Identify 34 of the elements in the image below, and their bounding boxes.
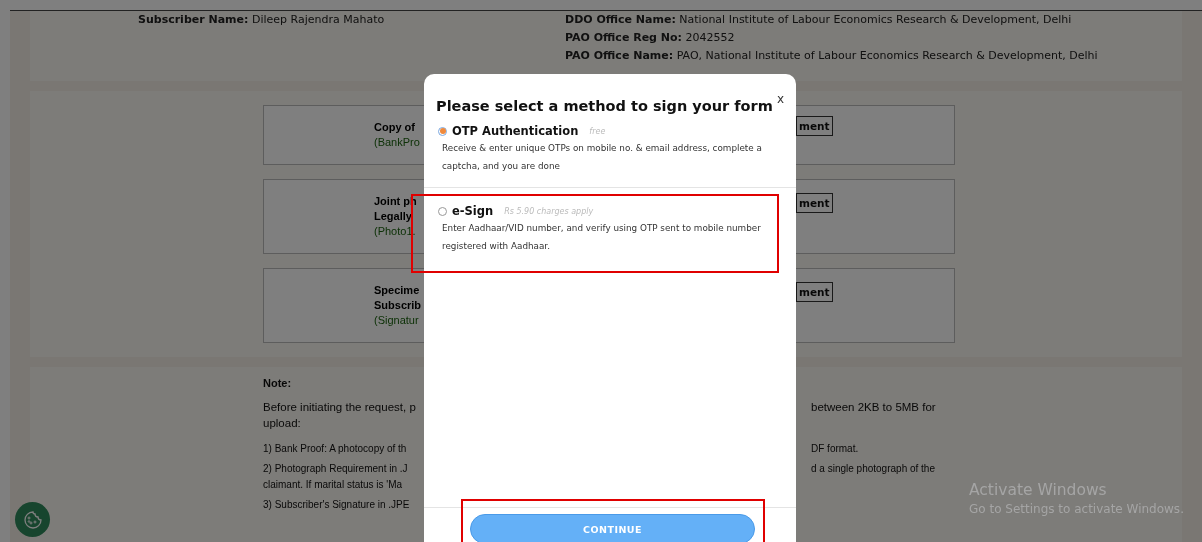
option-label: OTP Authentication (452, 124, 579, 138)
note-text: Before initiating the request, p (263, 400, 416, 415)
document-title: Legally (374, 209, 412, 224)
info-text: DDO Office Name: National Institute of Labour Economics Research & Development, Delhi (565, 12, 1073, 28)
option-label: e-Sign (452, 204, 494, 218)
upload-button[interactable]: ment (796, 116, 833, 136)
option-description: Enter Aadhaar/VID number, and verify using OTP sent to mobile number registered with Aadhaar. (442, 222, 762, 253)
option-description: Receive & enter unique OTPs on mobile no. & email address, complete a captcha, and you are done (442, 142, 763, 173)
cookie-icon (22, 509, 43, 530)
note-text: between 2KB to 5MB for (810, 400, 936, 415)
note-item: d a single photograph of the (810, 462, 935, 476)
note-item: claimant. If marital status is 'Ma (263, 478, 403, 492)
radio-button[interactable] (438, 126, 447, 136)
option-note: free (589, 126, 606, 136)
note-item: 3) Subscriber's Signature in .JPE (263, 498, 410, 512)
option-note: Rs 5.90 charges apply (504, 206, 594, 216)
note-item: 1) Bank Proof: A photocopy of th (263, 442, 407, 456)
note-item: DF format. (810, 442, 859, 456)
info-text: Subscriber Name: Dileep Rajendra Mahato (138, 12, 386, 28)
note-text: upload: (263, 416, 301, 431)
info-text: PAO Office Name: PAO, National Institute of Labour Economics Research & Development, Delhi (565, 48, 1099, 64)
document-title: Copy of (374, 120, 415, 135)
close-button[interactable]: x (776, 92, 784, 106)
upload-button[interactable]: ment (796, 192, 833, 213)
radio-button[interactable] (438, 206, 447, 216)
dialog-title: Please select a method to sign your form (436, 98, 773, 114)
document-title: Subscrib (374, 298, 422, 313)
document-title: Specime (374, 283, 420, 298)
file-hint: (Signatur (374, 313, 419, 328)
note-item: 2) Photograph Requirement in .J (263, 462, 408, 476)
info-text: PAO Office Reg No: 2042552 (565, 30, 736, 46)
upload-button[interactable]: ment (796, 281, 833, 302)
note-heading: Note: (263, 377, 292, 389)
file-hint: (BankPro (374, 135, 420, 150)
